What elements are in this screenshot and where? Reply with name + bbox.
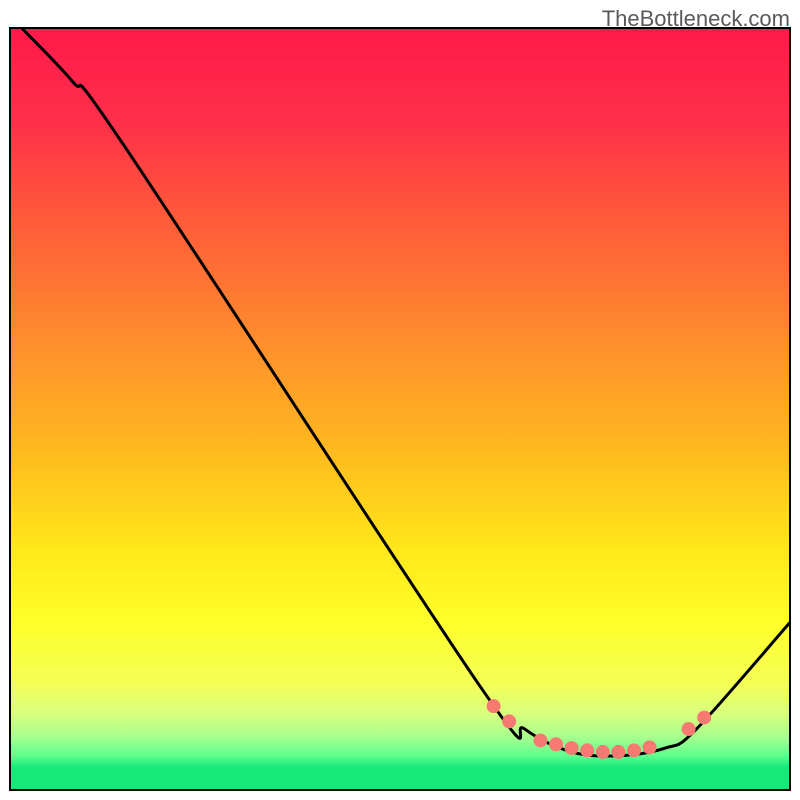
plot-area — [10, 28, 790, 790]
chart-container: TheBottleneck.com — [0, 0, 800, 800]
data-marker — [580, 743, 594, 757]
data-marker — [596, 745, 610, 759]
data-marker — [682, 722, 696, 736]
data-marker — [533, 733, 547, 747]
data-marker — [549, 737, 563, 751]
watermark-text: TheBottleneck.com — [602, 6, 790, 32]
data-marker — [697, 711, 711, 725]
data-marker — [643, 740, 657, 754]
chart-svg — [0, 0, 800, 800]
data-marker — [565, 741, 579, 755]
data-marker — [627, 743, 641, 757]
gradient-background — [10, 28, 790, 790]
data-marker — [487, 699, 501, 713]
data-marker — [502, 714, 516, 728]
data-marker — [611, 745, 625, 759]
